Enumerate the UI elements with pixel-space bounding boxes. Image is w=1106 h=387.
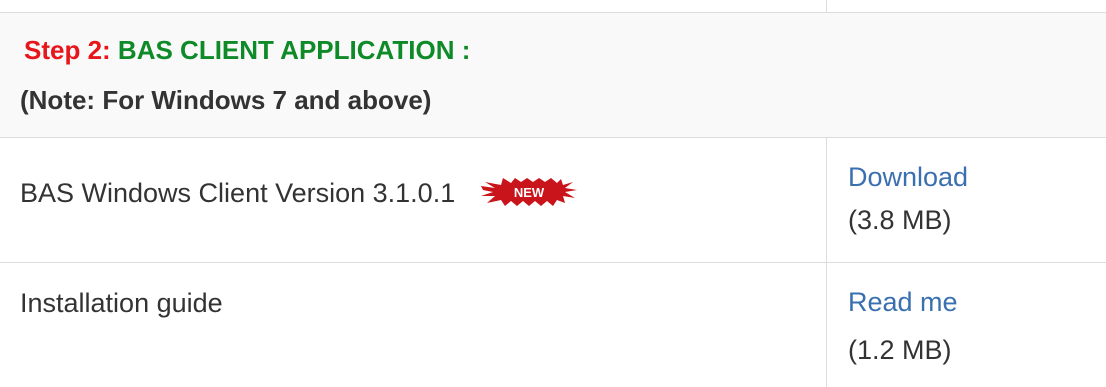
download-link[interactable]: Download: [848, 162, 968, 193]
new-badge-icon: NEW: [480, 177, 577, 206]
column-divider: [826, 0, 827, 12]
previous-row-edge: [0, 0, 1106, 13]
item-name-cell: BAS Windows Client Version 3.1.0.1 NEW: [20, 177, 577, 209]
item-name: BAS Windows Client Version 3.1.0.1: [20, 178, 456, 208]
new-badge-text: NEW: [514, 185, 545, 200]
file-size: (1.2 MB): [848, 335, 952, 365]
step-label: Step 2:: [24, 35, 111, 65]
table-row: BAS Windows Client Version 3.1.0.1 NEW D…: [0, 138, 1106, 263]
column-divider: [826, 263, 827, 387]
file-size: (3.8 MB): [848, 205, 952, 235]
column-divider: [826, 138, 827, 262]
windows-note: (Note: For Windows 7 and above): [20, 85, 432, 115]
table-row: Installation guide Read me (1.2 MB): [0, 263, 1106, 387]
step-heading: Step 2: BAS CLIENT APPLICATION :: [24, 35, 470, 66]
section-heading-row: Step 2: BAS CLIENT APPLICATION : (Note: …: [0, 13, 1106, 138]
read-me-link[interactable]: Read me: [848, 287, 958, 318]
item-name: Installation guide: [20, 288, 223, 318]
step-title: BAS CLIENT APPLICATION :: [117, 35, 471, 65]
